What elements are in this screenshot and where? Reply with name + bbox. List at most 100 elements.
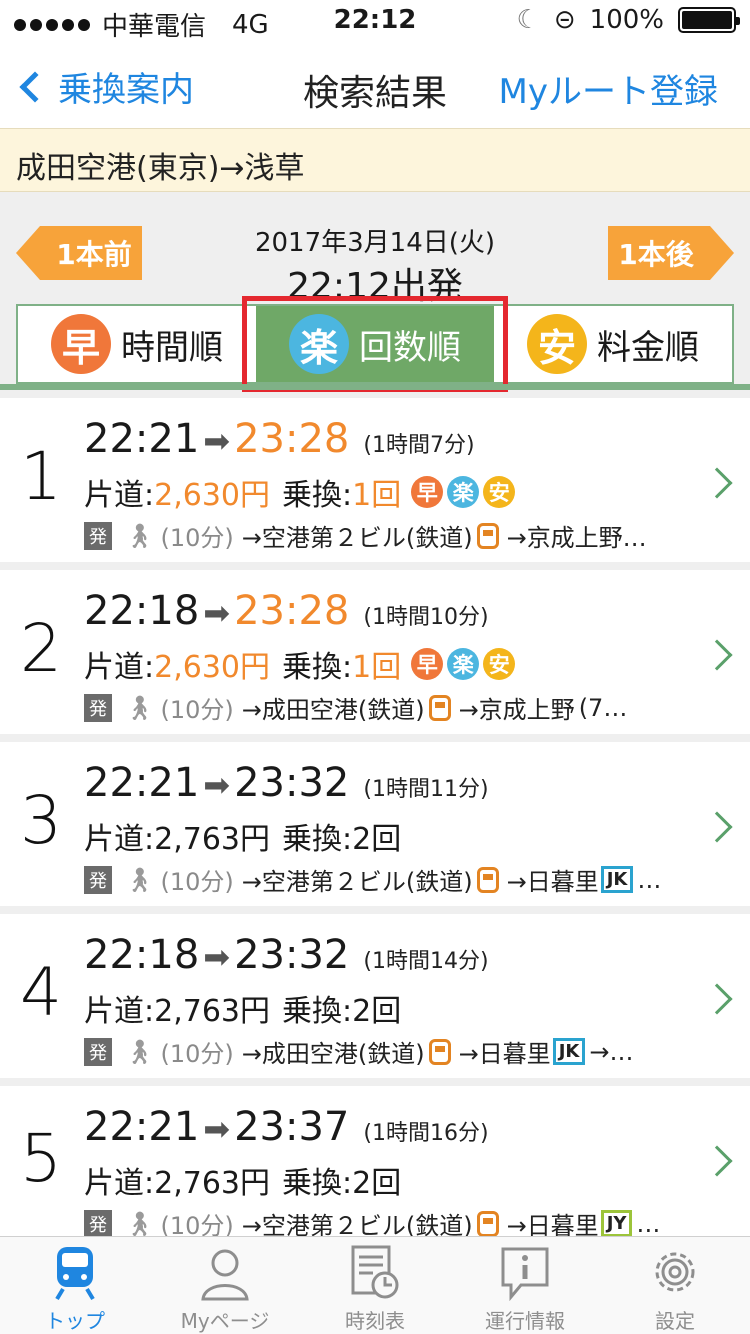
route-tail: … xyxy=(637,865,662,894)
divider xyxy=(0,384,750,390)
route-path: 発 🚶︎ (10分) →空港第２ビル(鉄道) →日暮里 JK… xyxy=(84,862,661,897)
tabbar-label: 運行情報 xyxy=(485,1309,565,1333)
chevron-right-icon xyxy=(701,811,733,843)
departure-time: 22:21 xyxy=(84,416,200,462)
tabbar-label: 設定 xyxy=(655,1309,695,1333)
tabbar-settings[interactable]: 設定 xyxy=(600,1237,750,1334)
moon-icon: ☾ xyxy=(516,5,540,35)
arrival-time: 23:37 xyxy=(234,1104,350,1150)
easy-badge-icon: 楽 xyxy=(289,314,349,374)
walk-duration: (10分) xyxy=(160,1040,234,1068)
bottom-tab-bar: トップ Myページ 時刻表 運行情報 設定 xyxy=(0,1236,750,1334)
chevron-right-icon xyxy=(701,639,733,671)
tab-sort-time[interactable]: 早 時間順 xyxy=(18,306,256,382)
arrival-time: 23:28 xyxy=(234,588,350,634)
date-bar: 1本前 2017年3月14日(火) 22:12出発 1本後 xyxy=(0,192,750,307)
result-times: 22:18 ➡ 23:32 (1時間14分) xyxy=(84,932,489,978)
start-badge: 発 xyxy=(84,865,112,894)
badge-icon: 安 xyxy=(483,648,516,680)
line-badge: JK xyxy=(552,1038,586,1065)
result-card[interactable]: 5 22:21 ➡ 23:37 (1時間16分) 片道: 2,763円 乗換: … xyxy=(0,1086,750,1240)
fare-row: 片道: 2,630円 乗換: 1回 早楽安 xyxy=(84,642,516,686)
transfer-count: 1回 xyxy=(352,650,402,685)
tabbar-mypage[interactable]: Myページ xyxy=(150,1237,300,1334)
chevron-right-icon xyxy=(701,467,733,499)
battery-icon xyxy=(678,7,740,33)
line-badge: JY xyxy=(600,1210,633,1237)
transfer-label: 乗換: xyxy=(282,994,353,1029)
fare-row: 片道: 2,763円 乗換: 2回 xyxy=(84,814,407,858)
gear-icon xyxy=(655,1252,695,1292)
timetable-icon xyxy=(351,1245,399,1299)
departure-time: 22:18 xyxy=(84,932,200,978)
battery-percent: 100% xyxy=(589,5,664,35)
tabbar-top[interactable]: トップ xyxy=(0,1237,150,1334)
badge-icon: 早 xyxy=(411,476,444,508)
fare-label: 片道: xyxy=(84,994,155,1029)
route-stop: →日暮里 xyxy=(506,868,599,896)
arrow-right-icon: ➡ xyxy=(203,594,231,632)
result-card[interactable]: 2 22:18 ➡ 23:28 (1時間10分) 片道: 2,630円 乗換: … xyxy=(0,570,750,734)
arrow-right-icon: ➡ xyxy=(203,938,231,976)
start-badge: 発 xyxy=(84,1037,112,1066)
arrival-time: 23:32 xyxy=(234,760,350,806)
result-card[interactable]: 4 22:18 ➡ 23:32 (1時間14分) 片道: 2,763円 乗換: … xyxy=(0,914,750,1078)
tabbar-label: 時刻表 xyxy=(345,1309,405,1333)
duration: (1時間11分) xyxy=(363,777,489,802)
train-icon xyxy=(428,694,451,721)
departure-time: 22:21 xyxy=(84,1104,200,1150)
fare-row: 片道: 2,630円 乗換: 1回 早楽安 xyxy=(84,470,516,514)
departure-time: 22:21 xyxy=(84,760,200,806)
arrow-right-icon: ➡ xyxy=(203,422,231,460)
route-tail: →… xyxy=(589,1037,634,1066)
walk-icon: 🚶︎ xyxy=(124,693,155,722)
walk-duration: (10分) xyxy=(160,524,234,552)
result-number: 5 xyxy=(20,1120,62,1197)
fast-badge-icon: 早 xyxy=(51,314,111,374)
badge-icon: 早 xyxy=(411,648,444,680)
rotation-lock-icon: ⊝ xyxy=(553,5,576,35)
my-route-register-button[interactable]: Myルート登録 xyxy=(499,64,718,113)
duration: (1時間10分) xyxy=(363,605,489,630)
fare-row: 片道: 2,763円 乗換: 2回 xyxy=(84,1158,407,1202)
transfer-count: 1回 xyxy=(352,478,402,513)
fare-label: 片道: xyxy=(84,822,155,857)
transfer-label: 乗換: xyxy=(282,1166,353,1201)
tab-label: 料金順 xyxy=(597,327,699,368)
route-summary: 成田空港(東京)→浅草 xyxy=(0,128,750,192)
train-icon xyxy=(476,522,499,549)
start-badge: 発 xyxy=(84,521,112,550)
fare-value: 2,763円 xyxy=(154,822,270,857)
route-path: 発 🚶︎ (10分) →成田空港(鉄道) →京成上野 (7… xyxy=(84,690,627,725)
arrow-right-icon: ➡ xyxy=(203,766,231,804)
walk-duration: (10分) xyxy=(160,696,234,724)
result-number: 2 xyxy=(20,610,62,687)
badge-icon: 安 xyxy=(483,476,516,508)
result-card[interactable]: 1 22:21 ➡ 23:28 (1時間7分) 片道: 2,630円 乗換: 1… xyxy=(0,398,750,562)
tabbar-service-info[interactable]: 運行情報 xyxy=(450,1237,600,1334)
tab-label: 時間順 xyxy=(121,327,223,368)
result-card[interactable]: 3 22:21 ➡ 23:32 (1時間11分) 片道: 2,763円 乗換: … xyxy=(0,742,750,906)
tab-sort-fare[interactable]: 安 料金順 xyxy=(494,306,732,382)
route-stop: →成田空港(鉄道) xyxy=(241,696,425,724)
train-icon xyxy=(55,1247,95,1301)
fare-row: 片道: 2,763円 乗換: 2回 xyxy=(84,986,407,1030)
tabbar-timetable[interactable]: 時刻表 xyxy=(300,1237,450,1334)
transfer-count: 2回 xyxy=(352,994,402,1029)
tab-label: 回数順 xyxy=(359,327,461,368)
info-icon xyxy=(501,1247,549,1301)
walk-duration: (10分) xyxy=(160,868,234,896)
tabbar-label: Myページ xyxy=(180,1309,270,1333)
result-times: 22:21 ➡ 23:28 (1時間7分) xyxy=(84,416,475,462)
duration: (1時間16分) xyxy=(363,1121,489,1146)
person-icon xyxy=(201,1249,249,1301)
fare-label: 片道: xyxy=(84,650,155,685)
chevron-right-icon xyxy=(701,983,733,1015)
result-times: 22:18 ➡ 23:28 (1時間10分) xyxy=(84,588,489,634)
tab-sort-transfers[interactable]: 楽 回数順 xyxy=(242,296,508,392)
route-tail: (7… xyxy=(578,693,628,722)
next-train-button[interactable]: 1本後 xyxy=(608,226,734,280)
transfer-label: 乗換: xyxy=(282,650,353,685)
fare-label: 片道: xyxy=(84,1166,155,1201)
arrival-time: 23:32 xyxy=(234,932,350,978)
